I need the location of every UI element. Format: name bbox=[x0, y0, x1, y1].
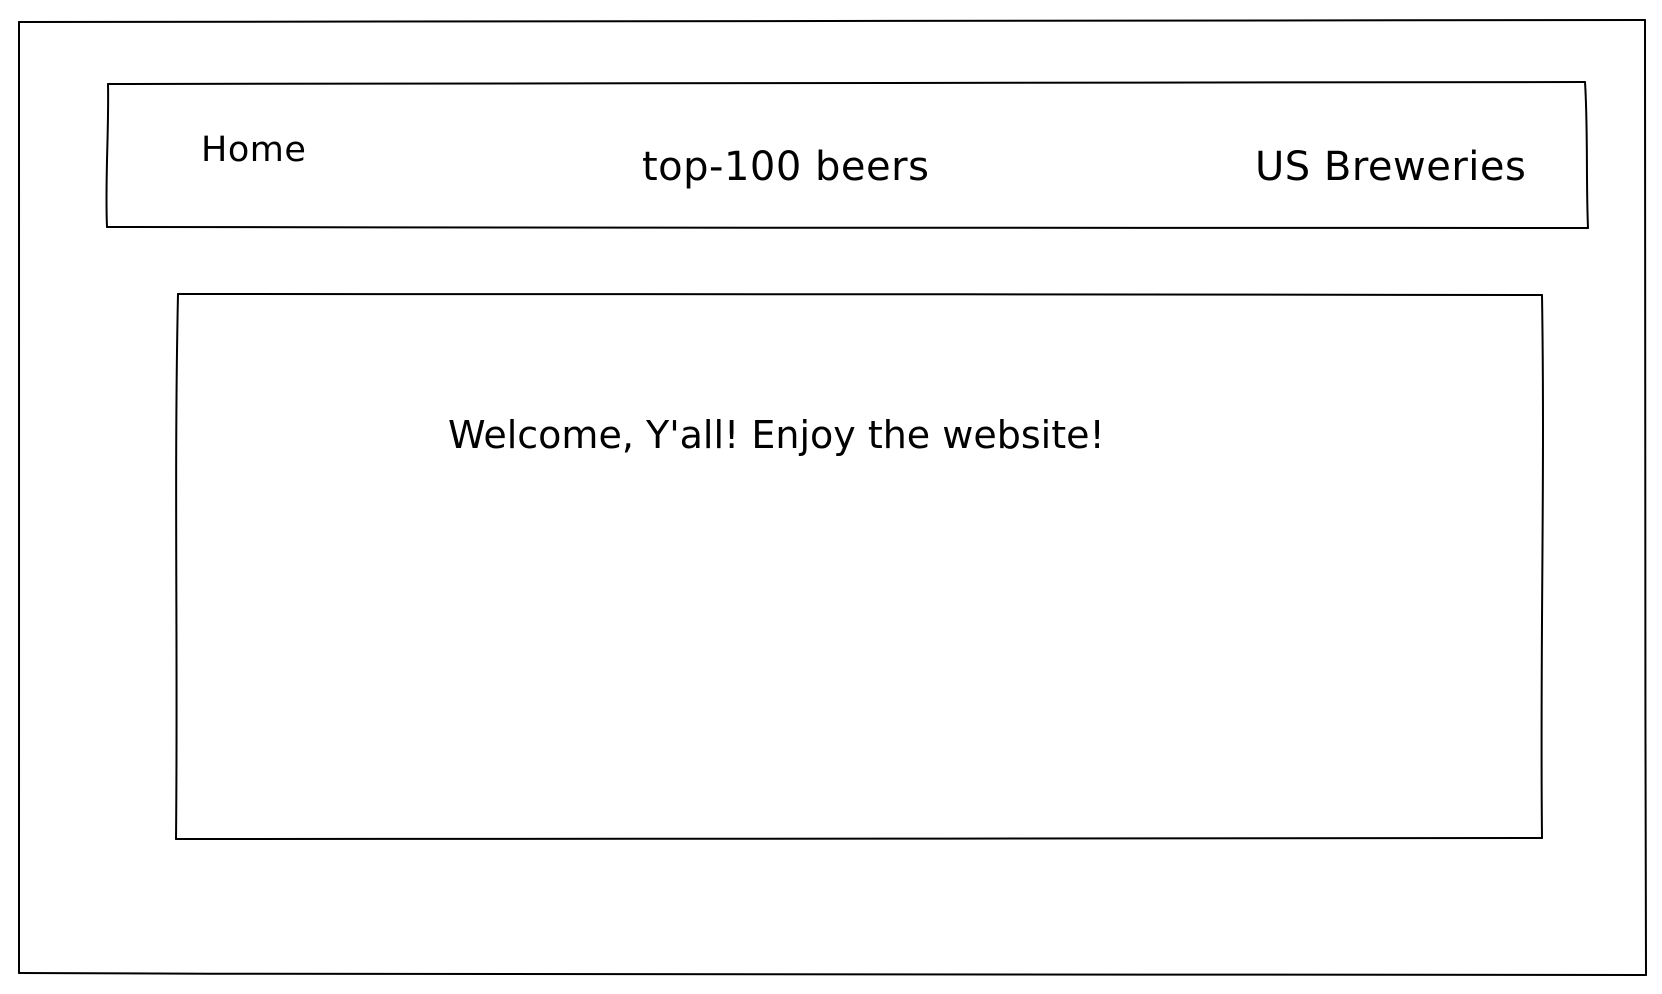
nav-link-top-100-beers[interactable]: top-100 beers bbox=[642, 144, 929, 190]
welcome-message: Welcome, Y'all! Enjoy the website! bbox=[448, 413, 1105, 457]
nav-link-home[interactable]: Home bbox=[201, 130, 306, 170]
nav-link-us-breweries[interactable]: US Breweries bbox=[1255, 144, 1526, 190]
main-content-panel bbox=[176, 292, 1542, 838]
